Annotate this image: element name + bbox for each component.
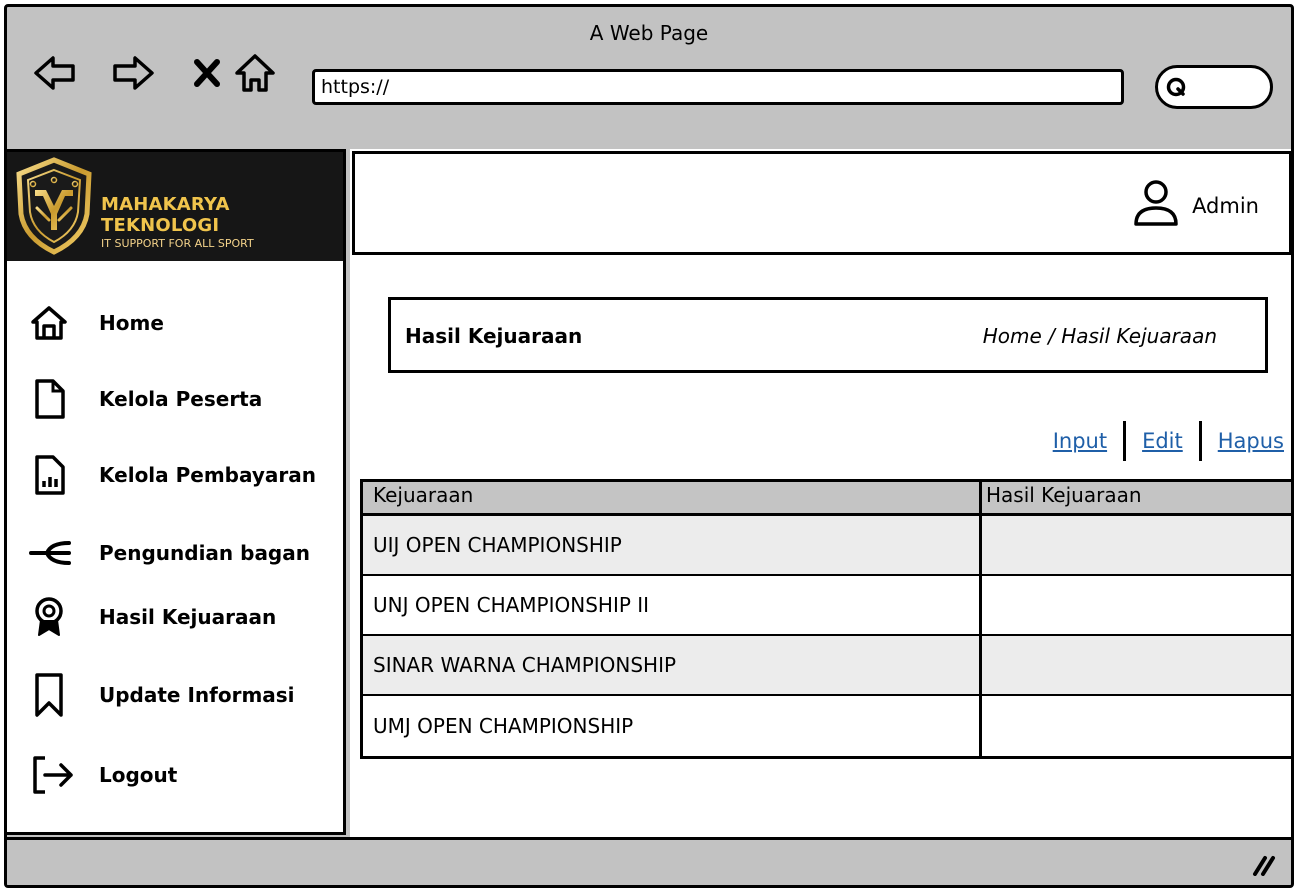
user-icon (1132, 178, 1180, 233)
page-header: Hasil Kejuaraan Home / Hasil Kejuaraan (388, 297, 1268, 373)
sidebar-item-logout[interactable]: Logout (29, 752, 339, 798)
table-cell (982, 696, 1291, 756)
divider (1198, 421, 1202, 461)
sidebar-item-label: Kelola Pembayaran (99, 463, 317, 487)
table-cell: UIJ OPEN CHAMPIONSHIP (363, 516, 982, 574)
logout-icon (29, 752, 79, 798)
table-row[interactable]: UIJ OPEN CHAMPIONSHIP (363, 516, 1291, 576)
forward-arrow-icon[interactable] (111, 51, 155, 95)
sidebar-item-kelola-peserta[interactable]: Kelola Peserta (29, 376, 339, 422)
edit-link[interactable]: Edit (1142, 429, 1183, 453)
sidebar-item-pengundian-bagan[interactable]: Pengundian bagan (29, 530, 339, 576)
input-link[interactable]: Input (1053, 429, 1107, 453)
resize-handle-icon[interactable] (1251, 854, 1277, 880)
sidebar-item-label: Home (99, 311, 164, 335)
page-title: Hasil Kejuaraan (405, 324, 583, 348)
sidebar-item-home[interactable]: Home (29, 300, 339, 346)
bracket-icon (29, 530, 79, 576)
brand-header: MAHAKARYA TEKNOLOGI IT SUPPORT FOR ALL S… (7, 152, 343, 261)
stop-close-icon[interactable] (185, 51, 229, 95)
sidebar-item-label: Logout (99, 763, 178, 787)
sidebar-item-hasil-kejuaraan[interactable]: Hasil Kejuaraan (29, 594, 339, 640)
brand-name: MAHAKARYA TEKNOLOGI (101, 194, 230, 236)
file-icon (29, 376, 79, 422)
search-icon (1166, 77, 1188, 103)
table-cell: SINAR WARNA CHAMPIONSHIP (363, 636, 982, 694)
table-row[interactable]: UNJ OPEN CHAMPIONSHIP II (363, 576, 1291, 636)
table-row[interactable]: SINAR WARNA CHAMPIONSHIP (363, 636, 1291, 696)
award-icon (29, 594, 79, 640)
brand-text: MAHAKARYA TEKNOLOGI IT SUPPORT FOR ALL S… (101, 194, 343, 250)
table-cell (982, 576, 1291, 634)
home-nav-icon[interactable] (233, 51, 277, 95)
top-bar: Admin (352, 151, 1291, 255)
table-header: Kejuaraan Hasil Kejuaraan (363, 482, 1291, 516)
window-title: A Web Page (589, 21, 709, 45)
sidebar-item-label: Kelola Peserta (99, 387, 263, 411)
bookmark-icon (29, 672, 79, 718)
user-name: Admin (1192, 193, 1259, 218)
table-actions: Input Edit Hapus (1053, 421, 1284, 461)
browser-titlebar: A Web Page https:// (7, 7, 1291, 147)
column-header: Hasil Kejuaraan (986, 483, 1142, 507)
sidebar-item-kelola-pembayaran[interactable]: Kelola Pembayaran (29, 452, 339, 498)
sidebar: MAHAKARYA TEKNOLOGI IT SUPPORT FOR ALL S… (7, 149, 346, 835)
brand-tagline: IT SUPPORT FOR ALL SPORT (101, 237, 254, 250)
report-icon (29, 452, 79, 498)
divider (1123, 421, 1127, 461)
status-bar (7, 837, 1291, 885)
breadcrumb: Home / Hasil Kejuaraan (982, 324, 1217, 348)
brand-logo-icon (13, 156, 95, 260)
sidebar-item-label: Update Informasi (99, 683, 295, 707)
user-menu[interactable]: Admin (1132, 178, 1259, 233)
table-cell (982, 516, 1291, 574)
table-cell (982, 636, 1291, 694)
sidebar-item-update-informasi[interactable]: Update Informasi (29, 672, 339, 718)
home-icon (29, 300, 79, 346)
table-cell: UNJ OPEN CHAMPIONSHIP II (363, 576, 982, 634)
address-bar[interactable]: https:// (312, 69, 1124, 105)
table-cell: UMJ OPEN CHAMPIONSHIP (363, 696, 982, 756)
back-arrow-icon[interactable] (33, 51, 77, 95)
browser-window: A Web Page https:// MAHAKARYA TEKNOLOGI … (4, 4, 1294, 888)
sidebar-item-label: Hasil Kejuaraan (99, 605, 277, 629)
main-content: Admin Hasil Kejuaraan Home / Hasil Kejua… (350, 149, 1291, 839)
browser-search-box[interactable] (1155, 65, 1273, 109)
table-row[interactable]: UMJ OPEN CHAMPIONSHIP (363, 696, 1291, 756)
sidebar-item-label: Pengundian bagan (99, 541, 310, 565)
column-header: Kejuaraan (363, 482, 982, 513)
results-table: Kejuaraan Hasil Kejuaraan UIJ OPEN CHAMP… (360, 479, 1291, 759)
delete-link[interactable]: Hapus (1218, 429, 1284, 453)
